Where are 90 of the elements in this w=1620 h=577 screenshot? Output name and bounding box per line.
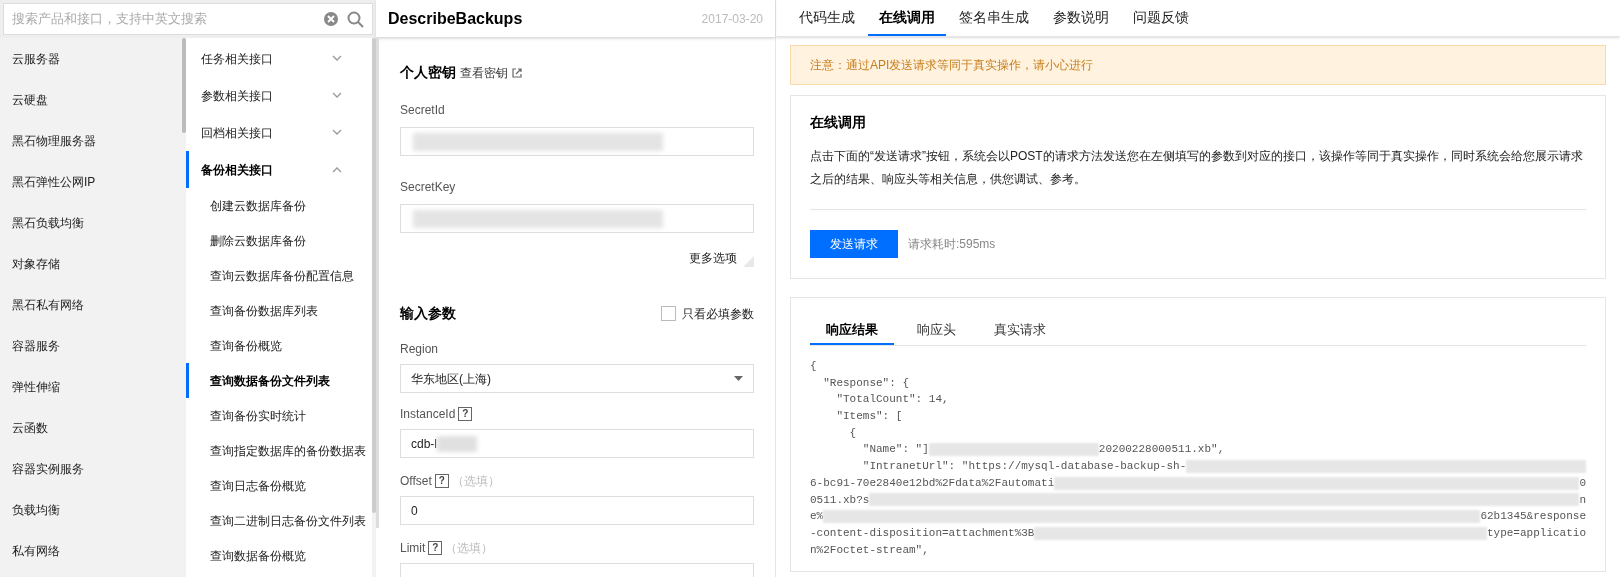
api-item[interactable]: 查询指定数据库的备份数据表	[186, 433, 372, 468]
code-text: e%	[810, 509, 824, 525]
code-text: type=applicatio	[1486, 525, 1586, 541]
code-text: "TotalCount": 14,	[835, 392, 949, 408]
code-text: "Items": [	[835, 409, 903, 425]
code-text: 0	[1579, 475, 1586, 491]
product-item[interactable]: 黑石弹性公网IP	[0, 161, 182, 202]
help-icon[interactable]: ?	[458, 407, 473, 421]
field-label: Offset	[400, 473, 432, 490]
code-text: 62b1345&response	[1480, 509, 1586, 525]
api-item[interactable]: 删除云数据库备份	[186, 223, 372, 258]
description: 点击下面的“发送请求”按钮，系统会以POST的请求方法发送您在左侧填写的参数到对应的接口，该操作等同于真实操作，同时系统会给您展示请求之后的结果、响应头等相关信息，供您调试、参考。	[810, 145, 1586, 210]
help-icon[interactable]: ?	[434, 474, 449, 488]
view-keys-link[interactable]: 查看密钥	[460, 63, 522, 82]
field-label: SecretId	[400, 102, 446, 119]
product-item[interactable]: 黑石物理服务器	[0, 120, 182, 161]
tab[interactable]: 在线调用	[868, 0, 946, 36]
field-label: Limit	[400, 540, 426, 557]
code-text: -content-disposition=attachment%3B	[810, 525, 1035, 541]
tab[interactable]: 响应头	[894, 316, 978, 345]
search-bar[interactable]: 搜索产品和接口，支持中英文搜索	[3, 3, 373, 35]
api-item[interactable]: 查询备份概览	[186, 328, 372, 363]
external-link-icon[interactable]	[512, 67, 522, 78]
product-item[interactable]: 云服务器	[0, 38, 182, 79]
code-text: n%2Foctet-stream",	[810, 542, 929, 558]
code-text: 0511.xb?s	[810, 492, 870, 508]
product-item[interactable]: 容器实例服务	[0, 448, 182, 489]
optional-hint: （选填）	[445, 540, 494, 557]
product-item[interactable]: 负载均衡	[0, 489, 182, 530]
chevron-down-icon[interactable]	[332, 55, 342, 62]
tab[interactable]: 真实请求	[978, 316, 1062, 345]
input-field[interactable]: 0	[400, 496, 754, 525]
product-item[interactable]: 云函数	[0, 407, 182, 448]
tab[interactable]: 参数说明	[1042, 0, 1120, 36]
field-label: Region	[400, 341, 439, 358]
code-text: 6-bc91-70e2840e12bd%2Fdata%2Fautomati	[810, 475, 1055, 491]
api-date: 2017-03-20	[701, 10, 763, 28]
code-text: {	[810, 359, 817, 374]
api-item[interactable]: 查询备份实时统计	[186, 398, 372, 433]
section-title: 个人密钥	[400, 63, 456, 82]
code-text: "IntranetUrl": "https://mysql-database-backup-sh-	[861, 459, 1187, 475]
code-text: "Response": {	[822, 375, 910, 391]
chevron-up-icon[interactable]	[332, 166, 342, 173]
chevron-down-icon[interactable]	[332, 92, 342, 99]
request-time: 请求耗时:595ms	[908, 236, 996, 253]
required-only-checkbox[interactable]: 只看必填参数	[661, 304, 754, 323]
api-item[interactable]: 查询日志备份概览	[186, 468, 372, 503]
search-icon[interactable]	[347, 10, 364, 28]
help-icon[interactable]: ?	[428, 541, 443, 555]
code-text: n	[1579, 492, 1586, 508]
tab[interactable]: 问题反馈	[1122, 0, 1200, 36]
field-label: SecretKey	[400, 179, 457, 196]
code-text: 20200228000511.xb",	[1098, 442, 1225, 458]
region-select[interactable]: 华东地区(上海)	[400, 364, 754, 393]
api-item[interactable]: 查询云数据库备份配置信息	[186, 258, 372, 293]
code-text: {	[848, 425, 857, 441]
optional-hint: （选填）	[451, 473, 500, 490]
api-item[interactable]: 创建云数据库备份	[186, 188, 372, 223]
code-text: "Name": "]	[861, 442, 929, 458]
api-group[interactable]: 任务相关接口	[186, 40, 372, 77]
notice-banner: 注意：通过API发送请求等同于真实操作，请小心进行	[790, 45, 1606, 85]
tab[interactable]: 签名串生成	[948, 0, 1040, 36]
input-field[interactable]: cdb-l	[400, 429, 754, 458]
api-item[interactable]: 查询数据备份概览	[186, 538, 372, 573]
product-item[interactable]: 黑石负载均衡	[0, 202, 182, 243]
secret-field[interactable]	[400, 127, 754, 156]
tab[interactable]: 代码生成	[788, 0, 866, 36]
product-item[interactable]: 黑石私有网络	[0, 284, 182, 325]
more-options-link[interactable]: 更多选项	[689, 249, 737, 267]
section-title: 输入参数	[400, 304, 456, 323]
tab[interactable]: 响应结果	[810, 316, 894, 345]
product-item[interactable]: 云硬盘	[0, 79, 182, 120]
chevron-down-icon[interactable]	[332, 129, 342, 136]
api-item[interactable]: 查询备份数据库列表	[186, 293, 372, 328]
scrollbar[interactable]	[182, 38, 186, 133]
api-item[interactable]: 查询二进制日志备份文件列表	[186, 503, 372, 538]
field-label: InstanceId	[400, 406, 456, 423]
redacted-value	[437, 435, 477, 452]
send-request-button[interactable]: 发送请求	[810, 230, 898, 258]
card-title: 在线调用	[810, 113, 867, 132]
api-group[interactable]: 回档相关接口	[186, 114, 372, 151]
api-group[interactable]: 参数相关接口	[186, 77, 372, 114]
product-item[interactable]: 对象存储	[0, 243, 182, 284]
dropdown-arrow-icon	[734, 376, 743, 381]
clear-icon[interactable]	[323, 11, 339, 27]
product-item[interactable]: 弹性伸缩	[0, 366, 182, 407]
product-item[interactable]: 容器服务	[0, 325, 182, 366]
api-name: DescribeBackups	[388, 8, 523, 29]
secret-field[interactable]	[400, 204, 754, 233]
product-item[interactable]: 私有网络	[0, 530, 182, 571]
